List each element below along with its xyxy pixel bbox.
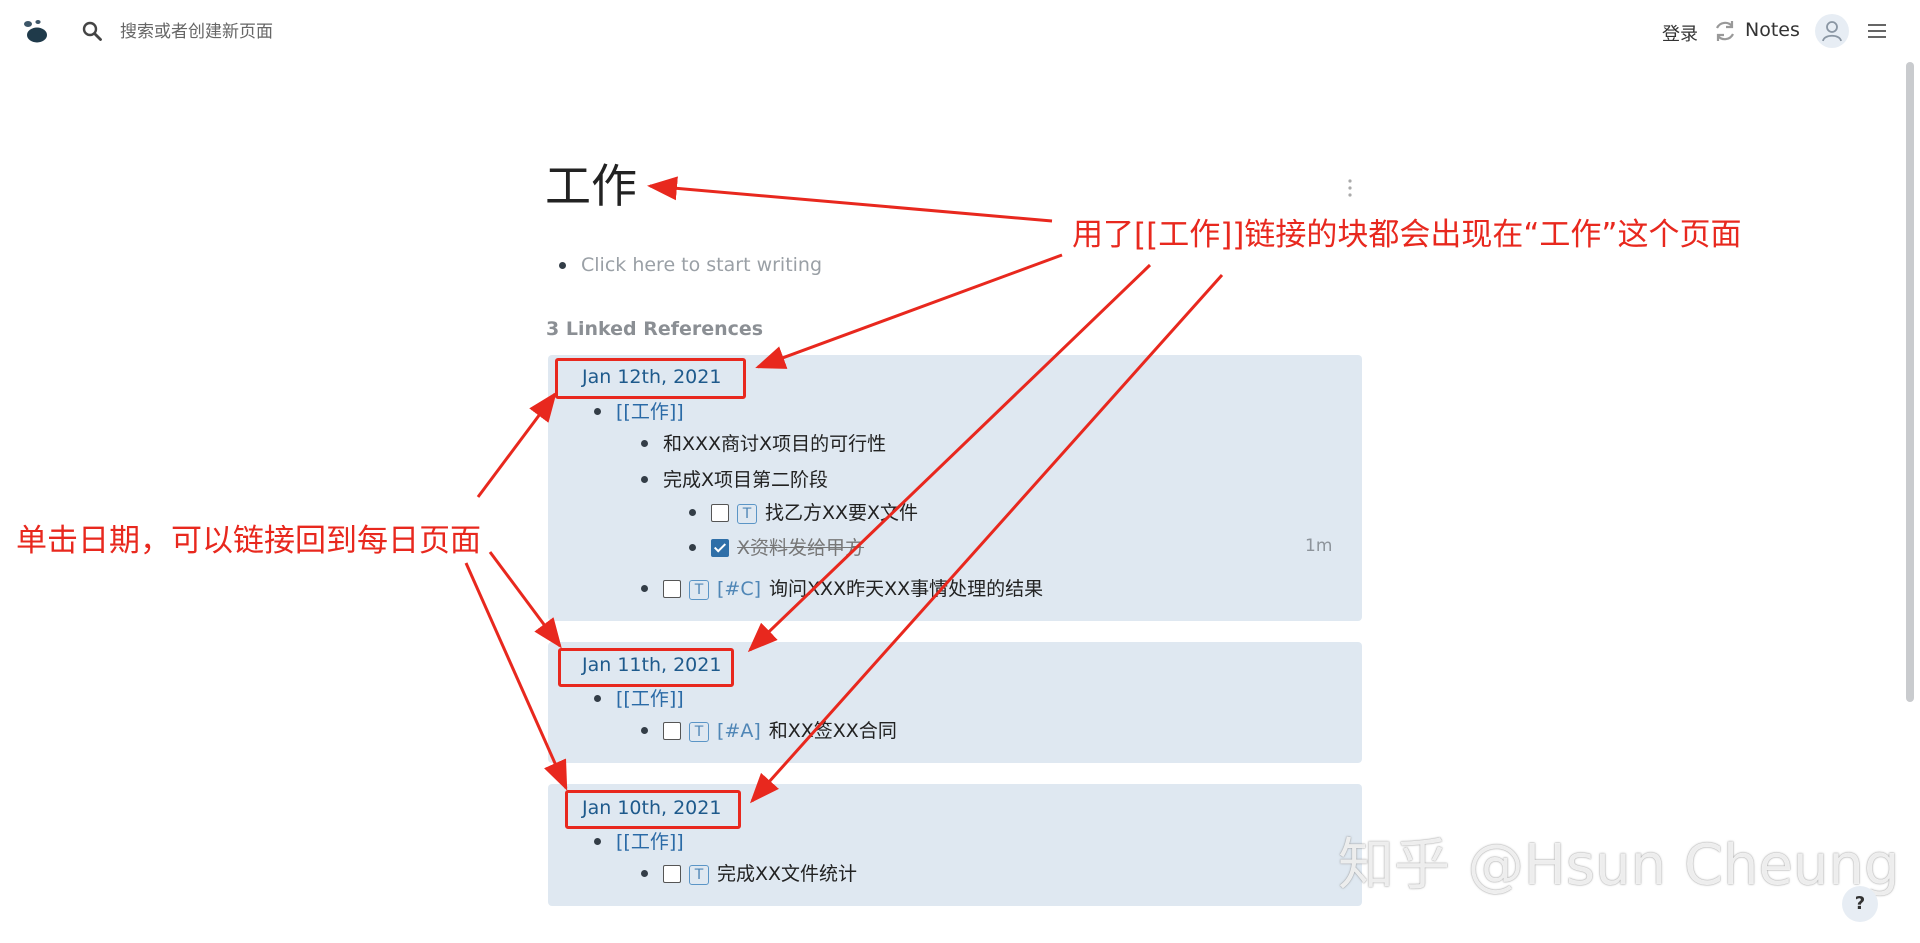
watermark: 知乎 @Hsun Cheung	[1338, 833, 1900, 898]
annotation-caption-right: 用了[[工作]]链接的块都会出现在“工作”这个页面	[1072, 217, 1742, 253]
annotation-arrows	[464, 176, 1224, 804]
help-button[interactable]: ?	[1842, 886, 1878, 922]
scrollbar[interactable]	[1906, 62, 1914, 702]
annotation-caption-left: 单击日期，可以链接回到每日页面	[16, 523, 481, 559]
